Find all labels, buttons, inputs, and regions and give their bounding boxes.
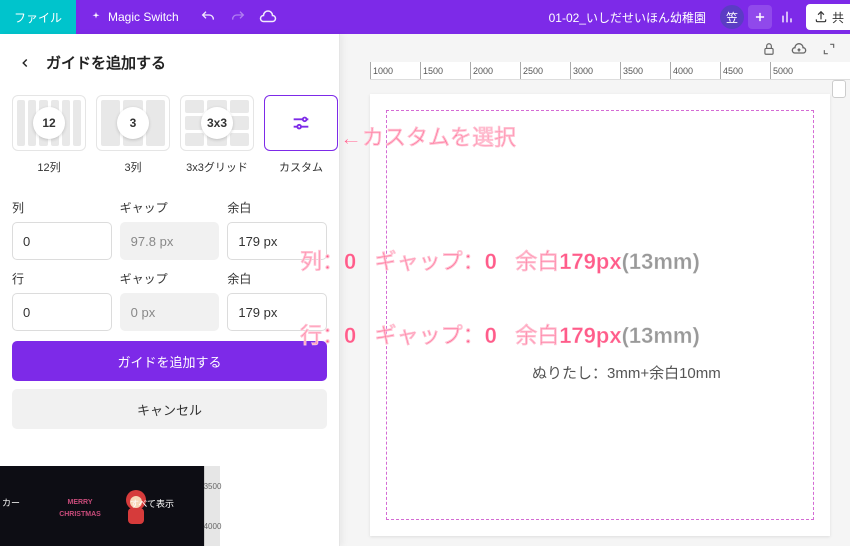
upload-icon — [814, 10, 828, 24]
row-gap-input[interactable] — [120, 293, 220, 331]
undo-button[interactable] — [193, 0, 223, 34]
avatar[interactable]: 笠 — [720, 5, 744, 29]
guides-form: 列 ギャップ 余白 行 ギャップ 余白 — [0, 175, 339, 331]
strip-ruler: 35004000 — [204, 466, 220, 546]
columns-input[interactable] — [12, 222, 112, 260]
design-page[interactable] — [370, 94, 830, 536]
label-columns: 列 — [12, 199, 112, 216]
preset-label: 12列 — [12, 159, 86, 175]
redo-button[interactable] — [223, 0, 253, 34]
annotation-line2: 行：0 ギャップ：0 余白179px(13mm) — [300, 318, 700, 350]
preset-label: 3列 — [96, 159, 170, 175]
canvas-area: 100015002000250030003500400045005000 — [340, 34, 850, 546]
horizontal-ruler: 100015002000250030003500400045005000 — [370, 62, 850, 80]
back-button[interactable] — [16, 54, 34, 72]
expand-button[interactable] — [818, 38, 840, 60]
preset-badge: 12 — [33, 107, 65, 139]
file-menu[interactable]: ファイル — [0, 0, 76, 34]
svg-text:CHRISTMAS: CHRISTMAS — [59, 511, 101, 518]
label-gap-2: ギャップ — [120, 270, 220, 287]
annotation-custom-arrow: ←カスタムを選択 — [340, 120, 516, 152]
merry-christmas-thumb: MERRY CHRISTMAS — [50, 486, 110, 526]
share-button[interactable]: 共 — [806, 4, 850, 30]
strip-category-label: カー — [2, 496, 20, 509]
page-nav-widget[interactable] — [832, 80, 846, 98]
cancel-button[interactable]: キャンセル — [12, 389, 327, 429]
preset-3x3-grid[interactable]: 3x3 3x3グリッド — [180, 95, 254, 175]
preset-row: 12 12列 3 3列 3x3 3x3グリッド カスタム — [0, 95, 339, 175]
sparkle-icon — [90, 11, 102, 23]
preset-custom[interactable]: カスタム — [264, 95, 338, 175]
add-guides-button[interactable]: ガイドを追加する — [12, 341, 327, 381]
cloud-sync-icon[interactable] — [253, 0, 283, 34]
add-collaborator-button[interactable] — [748, 5, 772, 29]
lock-button[interactable] — [758, 38, 780, 60]
preset-12-columns[interactable]: 12 12列 — [12, 95, 86, 175]
panel-title: ガイドを追加する — [46, 52, 166, 73]
preset-label: カスタム — [264, 159, 338, 175]
cloud-save-button[interactable] — [788, 38, 810, 60]
preset-badge: 3 — [117, 107, 149, 139]
rows-input[interactable] — [12, 293, 112, 331]
asset-thumbnail-strip[interactable]: カー MERRY CHRISTMAS すべて表示 35004000 — [0, 466, 220, 546]
magic-switch-button[interactable]: Magic Switch — [76, 10, 193, 24]
svg-text:MERRY: MERRY — [67, 499, 92, 506]
preset-3-columns[interactable]: 3 3列 — [96, 95, 170, 175]
annotation-note: ぬりたし：3mm+余白10mm — [532, 362, 721, 383]
analytics-button[interactable] — [772, 0, 802, 34]
annotation-line1: 列：0 ギャップ：0 余白179px(13mm) — [300, 244, 700, 276]
label-gap: ギャップ — [120, 199, 220, 216]
magic-switch-label: Magic Switch — [108, 10, 179, 24]
document-title[interactable]: 01-02_いしだせいほん幼稚園 — [539, 9, 716, 26]
label-margin: 余白 — [227, 199, 327, 216]
sliders-icon — [290, 112, 312, 134]
preset-label: 3x3グリッド — [180, 159, 254, 175]
guides-panel: ガイドを追加する 12 12列 3 3列 3x3 3x3グリッド — [0, 34, 340, 546]
column-gap-input[interactable] — [120, 222, 220, 260]
show-all-link[interactable]: すべて表示 — [130, 497, 174, 510]
guide-outline — [386, 110, 814, 520]
label-rows: 行 — [12, 270, 112, 287]
preset-badge: 3x3 — [201, 107, 233, 139]
top-toolbar: ファイル Magic Switch 01-02_いしだせいほん幼稚園 笠 共 — [0, 0, 850, 34]
share-label: 共 — [832, 9, 844, 26]
